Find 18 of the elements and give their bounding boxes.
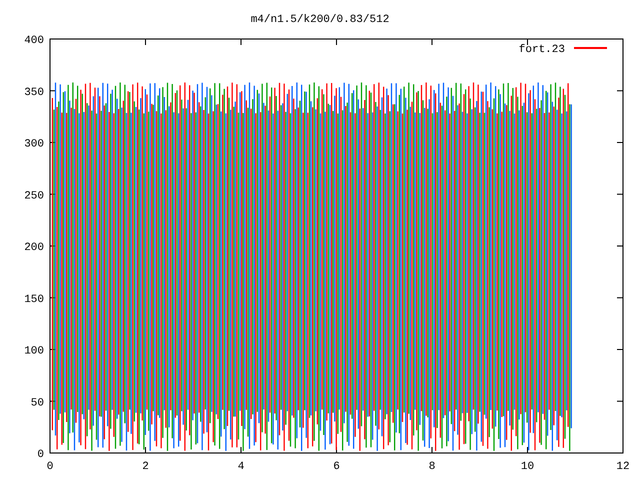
y-tick-label: 350 xyxy=(24,86,44,99)
y-tick-label: 50 xyxy=(30,397,44,410)
y-tick-label: 200 xyxy=(24,242,44,254)
y-tick-label: 300 xyxy=(24,138,44,150)
y-tick-label: 150 xyxy=(24,294,44,306)
x-tick-label: 2 xyxy=(142,461,149,473)
x-tick-label: 10 xyxy=(520,461,534,473)
x-tick-label: 6 xyxy=(333,461,340,473)
x-tick-label: 8 xyxy=(428,461,436,473)
x-tick-label: 12 xyxy=(616,461,630,473)
x-tick-label: 0 xyxy=(46,461,54,473)
chart-title: m4/n1.5/k200/0.83/512 xyxy=(250,14,390,26)
y-tick-label: 100 xyxy=(24,346,44,358)
y-tick-label: 250 xyxy=(24,190,44,202)
y-tick-label: 400 xyxy=(24,35,44,47)
legend-label: fort.23 xyxy=(518,44,565,56)
y-tick-label: 0 xyxy=(37,449,44,461)
x-tick-label: 4 xyxy=(238,461,244,473)
